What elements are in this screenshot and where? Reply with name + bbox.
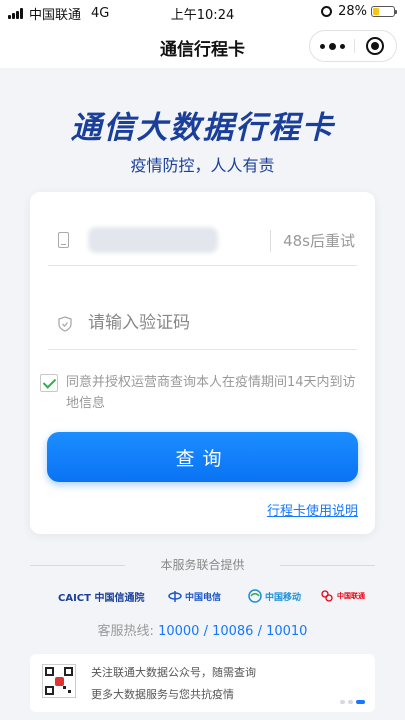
phone-icon — [58, 232, 69, 248]
caict-logo: CAICT 中国信通院 — [58, 592, 145, 604]
retry-divider — [270, 230, 271, 252]
provided-by-row: 本服务联合提供 — [30, 556, 375, 574]
main-title: 通信大数据行程卡 — [70, 110, 335, 146]
capsule-divider — [354, 39, 355, 53]
banner-line-2: 更多大数据服务与您共抗疫情 — [91, 688, 234, 701]
china-mobile-logo: 中国移动 — [248, 585, 301, 607]
agree-checkbox[interactable] — [40, 374, 58, 392]
code-row — [48, 298, 357, 350]
verification-code-input[interactable] — [88, 308, 328, 338]
query-button[interactable]: 查询 — [47, 432, 358, 482]
telecom-icon — [168, 591, 182, 602]
china-telecom-logo: 中国电信 — [168, 585, 221, 607]
retry-button[interactable]: 48s后重试 — [283, 230, 355, 251]
more-dots-icon[interactable] — [310, 31, 354, 61]
mobile-icon — [248, 589, 262, 603]
subtitle: 疫情防控，人人有责 — [130, 156, 275, 175]
follow-banner[interactable]: 关注联通大数据公众号，随需查询 更多大数据服务与您共抗疫情 — [30, 654, 375, 712]
status-bar: 中国联通 4G 上午10:24 28% — [0, 0, 405, 24]
unicom-icon — [321, 590, 333, 602]
divider-right — [280, 565, 375, 566]
hotline-label: 客服热线: — [97, 624, 154, 639]
alarm-icon — [321, 6, 333, 17]
qr-code-icon — [42, 664, 76, 698]
mini-program-capsule — [309, 30, 397, 62]
agreement-text: 同意并授权运营商查询本人在疫情期间14天内到访地信息 — [66, 375, 356, 411]
masked-phone-number — [88, 227, 218, 253]
target-close-icon[interactable] — [366, 37, 384, 55]
customer-hotline: 客服热线: 10000 / 10086 / 10010 — [0, 620, 405, 639]
battery-percent: 28% — [338, 4, 367, 19]
hotline-numbers[interactable]: 10000 / 10086 / 10010 — [158, 624, 307, 639]
shield-icon — [58, 316, 72, 332]
battery-icon — [371, 6, 397, 17]
provider-logos: CAICT 中国信通院 中国电信 中国移动 中国联通 — [0, 585, 405, 607]
phone-row: 48s后重试 — [48, 216, 357, 266]
nav-bar: 通信行程卡 — [0, 24, 405, 68]
china-unicom-logo: 中国联通 — [320, 585, 365, 607]
query-card: 48s后重试 同意并授权运营商查询本人在疫情期间14天内到访地信息 查询 行程卡… — [30, 192, 375, 534]
banner-line-1: 关注联通大数据公众号，随需查询 — [91, 666, 256, 679]
carousel-dots — [337, 700, 365, 704]
usage-guide-link[interactable]: 行程卡使用说明 — [267, 500, 358, 519]
status-right: 28% — [321, 4, 397, 19]
